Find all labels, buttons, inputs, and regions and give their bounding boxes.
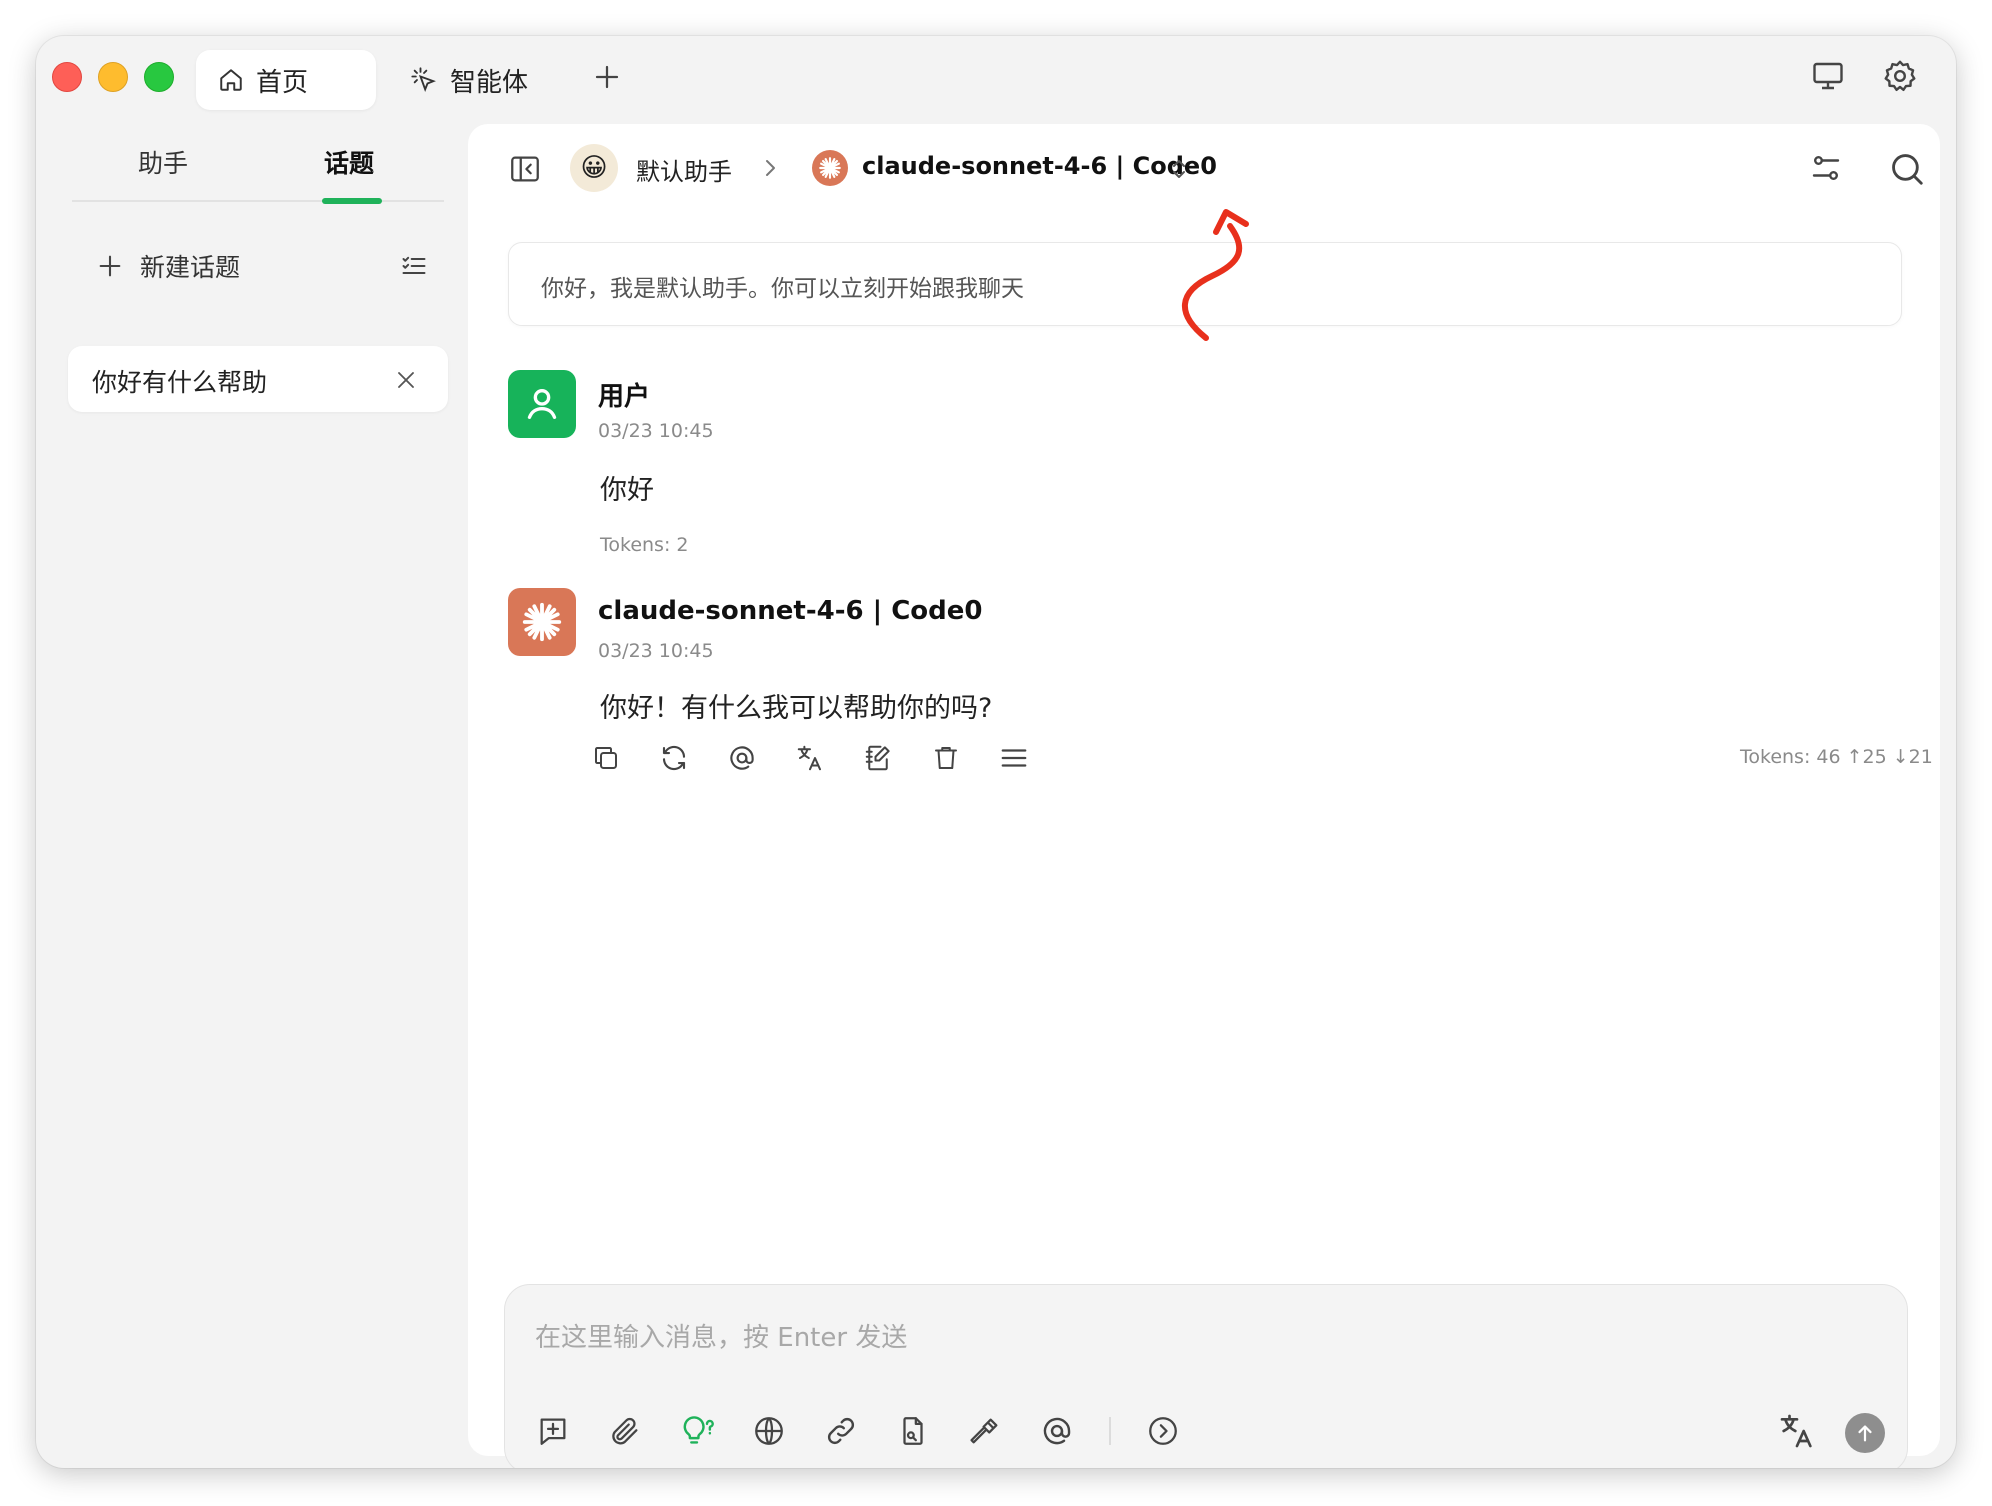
topic-sort-button[interactable] xyxy=(400,252,428,280)
message-time: 03/23 10:45 xyxy=(598,420,714,442)
attachment-icon[interactable] xyxy=(601,1409,649,1453)
web-search-icon[interactable] xyxy=(745,1409,793,1453)
composer-toolbar xyxy=(529,1409,1187,1453)
model-name[interactable]: claude-sonnet-4-6 | Code0 xyxy=(862,152,1217,180)
arrow-up-icon xyxy=(1854,1422,1876,1444)
claude-logo-icon xyxy=(812,150,848,186)
plus-icon xyxy=(96,252,124,280)
gear-icon xyxy=(1882,58,1918,94)
tab-home-label: 首页 xyxy=(256,67,309,98)
home-icon xyxy=(218,67,244,93)
claude-logo-icon xyxy=(519,599,565,645)
translate-input-button[interactable] xyxy=(1777,1411,1817,1451)
message-author: 用户 xyxy=(598,382,651,412)
new-topic-label: 新建话题 xyxy=(140,253,241,282)
chat-settings-button[interactable] xyxy=(1808,150,1844,186)
search-icon xyxy=(1888,150,1926,188)
tools-hammer-icon[interactable] xyxy=(961,1409,1009,1453)
message-text: 你好 xyxy=(600,475,654,506)
edit-notebook-icon[interactable] xyxy=(858,738,898,778)
message-time: 03/23 10:45 xyxy=(598,640,714,662)
window-maximize-button[interactable] xyxy=(144,62,174,92)
sidebar: 助手 话题 新建话题 你好有什么帮助 xyxy=(36,126,468,1468)
tab-agents-label: 智能体 xyxy=(450,67,529,98)
assistant-emoji: 😀 xyxy=(580,153,608,183)
link-icon[interactable] xyxy=(817,1409,865,1453)
plus-icon xyxy=(592,62,622,92)
trash-icon[interactable] xyxy=(926,738,966,778)
chat-header: 😀 默认助手 claude-sonnet-4-6 | Code0 xyxy=(468,124,1940,214)
new-tab-button[interactable] xyxy=(592,62,622,92)
send-button[interactable] xyxy=(1845,1413,1885,1453)
app-window: 首页 智能体 助手 话题 新建话题 你好有什么帮助 😀 默认助手 claude-… xyxy=(36,36,1956,1468)
translate-icon xyxy=(1777,1411,1817,1451)
annotation-arrow-icon xyxy=(1168,204,1288,344)
topic-item-label: 你好有什么帮助 xyxy=(92,368,268,397)
model-switch-chevron-icon[interactable] xyxy=(1168,156,1190,182)
assistant-model-avatar xyxy=(508,588,576,656)
sparkle-cursor-icon xyxy=(410,66,438,94)
window-minimize-button[interactable] xyxy=(98,62,128,92)
title-bar: 首页 智能体 xyxy=(36,36,1956,126)
copy-icon[interactable] xyxy=(586,738,626,778)
topic-item[interactable]: 你好有什么帮助 xyxy=(68,346,448,412)
sidebar-tab-assistants[interactable]: 助手 xyxy=(138,144,188,180)
monitor-icon xyxy=(1810,58,1846,94)
new-topic-button[interactable]: 新建话题 xyxy=(96,246,240,286)
mention-icon[interactable] xyxy=(1033,1409,1081,1453)
window-close-button[interactable] xyxy=(52,62,82,92)
quick-phrase-icon[interactable] xyxy=(889,1409,937,1453)
user-avatar xyxy=(508,370,576,438)
active-tab-indicator xyxy=(322,198,382,204)
assistant-name[interactable]: 默认助手 xyxy=(636,152,732,187)
message-input-placeholder[interactable]: 在这里输入消息，按 Enter 发送 xyxy=(535,1317,907,1354)
close-icon[interactable] xyxy=(394,368,418,392)
message-composer[interactable]: 在这里输入消息，按 Enter 发送 xyxy=(504,1284,1908,1468)
sidebar-tab-divider xyxy=(72,200,444,202)
tab-agents[interactable]: 智能体 xyxy=(388,50,550,110)
tab-home[interactable]: 首页 xyxy=(196,50,376,110)
toolbar-divider xyxy=(1109,1417,1111,1445)
search-button[interactable] xyxy=(1888,150,1926,188)
message-actions xyxy=(586,738,1034,778)
checklist-icon xyxy=(400,252,428,280)
chat-panel: 😀 默认助手 claude-sonnet-4-6 | Code0 你好，我是默认… xyxy=(468,124,1940,1468)
message-author: claude-sonnet-4-6 | Code0 xyxy=(598,596,983,626)
user-icon xyxy=(522,384,562,424)
new-topic-icon[interactable] xyxy=(529,1409,577,1453)
assistant-avatar[interactable]: 😀 xyxy=(570,144,618,192)
message-text: 你好！有什么我可以帮助你的吗? xyxy=(600,693,993,724)
regenerate-icon[interactable] xyxy=(654,738,694,778)
display-button[interactable] xyxy=(1810,58,1846,94)
welcome-text: 你好，我是默认助手。你可以立刻开始跟我聊天 xyxy=(541,276,1024,302)
chevron-right-icon xyxy=(758,156,782,180)
mention-icon[interactable] xyxy=(722,738,762,778)
settings-button[interactable] xyxy=(1882,58,1918,94)
thinking-bulb-icon[interactable] xyxy=(673,1409,721,1453)
expand-icon[interactable] xyxy=(1139,1409,1187,1453)
message-tokens: Tokens: 46 ↑25 ↓21 xyxy=(1740,746,1933,768)
sidebar-collapse-icon xyxy=(508,152,542,186)
sidebar-tab-topics[interactable]: 话题 xyxy=(324,144,374,180)
menu-icon[interactable] xyxy=(994,738,1034,778)
toggle-sidebar-button[interactable] xyxy=(508,152,542,186)
sliders-icon xyxy=(1808,150,1844,186)
translate-icon[interactable] xyxy=(790,738,830,778)
message-tokens: Tokens: 2 xyxy=(600,534,689,556)
